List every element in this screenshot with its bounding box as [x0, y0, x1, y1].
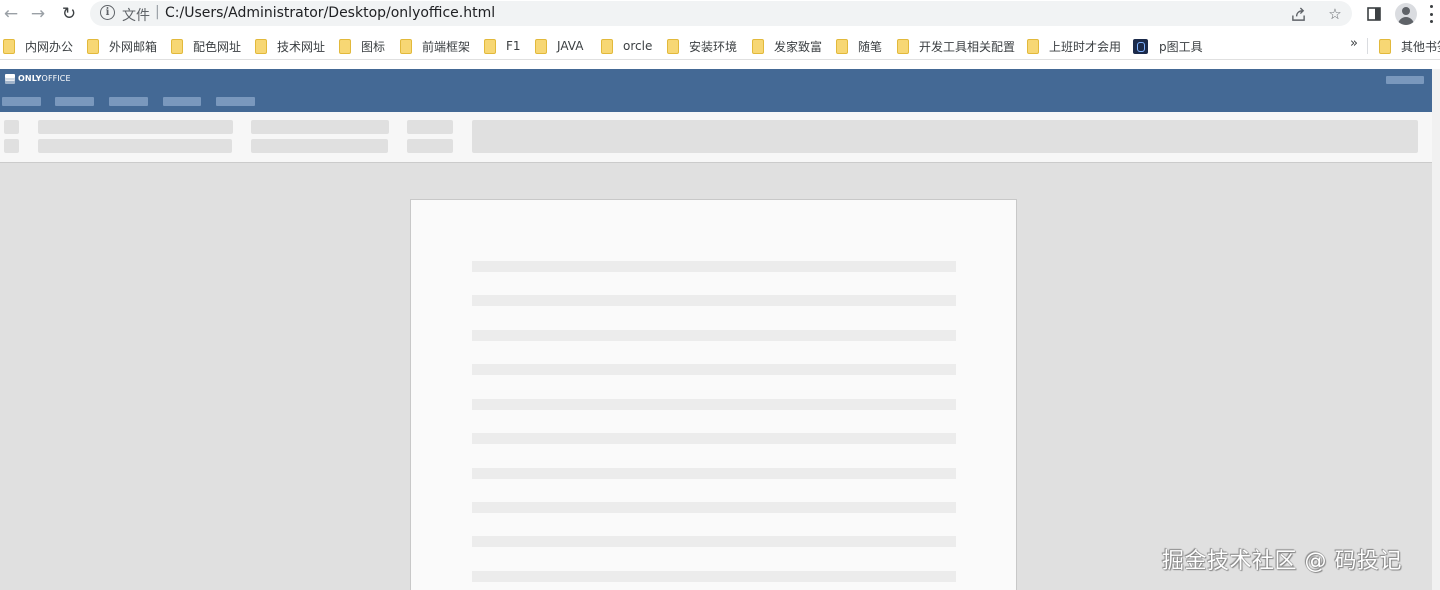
back-arrow-icon[interactable]: ← [0, 3, 22, 25]
folder-icon [1027, 38, 1039, 54]
bookmark-item[interactable]: JAVA [535, 37, 583, 55]
folder-icon [3, 38, 15, 54]
bookmark-item[interactable]: p图工具 [1133, 37, 1203, 55]
toolbar-placeholder [407, 139, 453, 153]
other-bookmarks[interactable]: 其他书签 [1379, 37, 1440, 55]
tab-placeholder[interactable] [55, 97, 94, 106]
page-scrollbar[interactable] [1432, 69, 1440, 590]
more-menu-icon[interactable] [1428, 5, 1434, 23]
bookmark-item[interactable]: orcle [601, 37, 652, 55]
address-bar[interactable]: i 文件 | C:/Users/Administrator/Desktop/on… [90, 1, 1352, 26]
bookmarks-overflow-button[interactable]: » [1350, 36, 1358, 51]
toolbar-placeholder [4, 120, 19, 134]
bookmark-item[interactable]: 配色网址 [171, 37, 241, 55]
onlyoffice-logo-icon [5, 74, 15, 84]
onlyoffice-logo: ONLY OFFICE [5, 74, 71, 84]
folder-icon [400, 38, 412, 54]
bookmark-item[interactable]: 上班时才会用 [1027, 37, 1121, 55]
bookmark-item[interactable]: 开发工具相关配置 [897, 37, 1015, 55]
bookmark-item[interactable]: 技术网址 [255, 37, 325, 55]
toolbar-placeholder [407, 120, 453, 134]
tab-placeholder[interactable] [2, 97, 41, 106]
toolbar-placeholder [38, 120, 233, 134]
bookmarks-bar: 内网办公 外网邮箱 配色网址 技术网址 图标 前端框架 F1 JAVA orcl… [0, 30, 1440, 60]
folder-icon [87, 38, 99, 54]
profile-icon[interactable] [1395, 3, 1417, 25]
text-line-placeholder [472, 433, 956, 444]
toolbar-placeholder [251, 139, 388, 153]
text-line-placeholder [472, 364, 956, 375]
side-panel-icon[interactable] [1363, 3, 1385, 25]
document-page[interactable] [410, 199, 1017, 590]
folder-icon [484, 38, 496, 54]
reload-icon[interactable]: ↻ [58, 3, 80, 25]
folder-icon [897, 38, 909, 54]
text-line-placeholder [472, 571, 956, 582]
folder-icon [255, 38, 267, 54]
forward-arrow-icon[interactable]: → [27, 3, 49, 25]
browser-toolbar: ← → ↻ i 文件 | C:/Users/Administrator/Desk… [0, 0, 1440, 28]
text-line-placeholder [472, 536, 956, 547]
bookmark-item[interactable]: 随笔 [836, 37, 882, 55]
folder-icon [836, 38, 848, 54]
star-icon[interactable]: ☆ [1325, 4, 1345, 24]
folder-icon [1379, 38, 1391, 54]
folder-icon [667, 38, 679, 54]
url-separator: | [155, 4, 160, 20]
header-placeholder [1386, 76, 1424, 84]
url-scheme-label: 文件 [122, 8, 150, 24]
bookmark-item[interactable]: 安装环境 [667, 37, 737, 55]
text-line-placeholder [472, 468, 956, 479]
folder-icon [752, 38, 764, 54]
page-viewport: ONLY OFFICE [0, 69, 1432, 590]
text-line-placeholder [472, 399, 956, 410]
text-line-placeholder [472, 330, 956, 341]
toolbar-placeholder [4, 139, 19, 153]
editor-toolbar-skeleton [0, 112, 1432, 163]
tab-placeholder[interactable] [109, 97, 148, 106]
folder-icon [339, 38, 351, 54]
share-icon[interactable] [1288, 4, 1308, 24]
text-line-placeholder [472, 261, 956, 272]
watermark-text: 掘金技术社区 @ 码投记 [1162, 549, 1402, 574]
bookmark-item[interactable]: 外网邮箱 [87, 37, 157, 55]
text-line-placeholder [472, 295, 956, 306]
url-text[interactable]: C:/Users/Administrator/Desktop/onlyoffic… [165, 5, 495, 21]
toolbar-placeholder [38, 139, 232, 153]
bookmarks-divider [1367, 38, 1368, 54]
folder-icon [535, 38, 547, 54]
bookmark-item[interactable]: 发家致富 [752, 37, 822, 55]
bookmark-item[interactable]: 内网办公 [3, 37, 73, 55]
app-icon [1133, 38, 1148, 54]
bookmark-item[interactable]: 图标 [339, 37, 385, 55]
bookmark-item[interactable]: 前端框架 [400, 37, 470, 55]
toolbar-placeholder [472, 120, 1418, 153]
info-icon[interactable]: i [100, 5, 115, 20]
toolbar-placeholder [251, 120, 389, 134]
tab-placeholder[interactable] [216, 97, 255, 106]
onlyoffice-header: ONLY OFFICE [0, 69, 1432, 112]
tab-placeholder[interactable] [163, 97, 201, 106]
folder-icon [601, 38, 613, 54]
folder-icon [171, 38, 183, 54]
text-line-placeholder [472, 502, 956, 513]
bookmark-item[interactable]: F1 [484, 37, 521, 55]
